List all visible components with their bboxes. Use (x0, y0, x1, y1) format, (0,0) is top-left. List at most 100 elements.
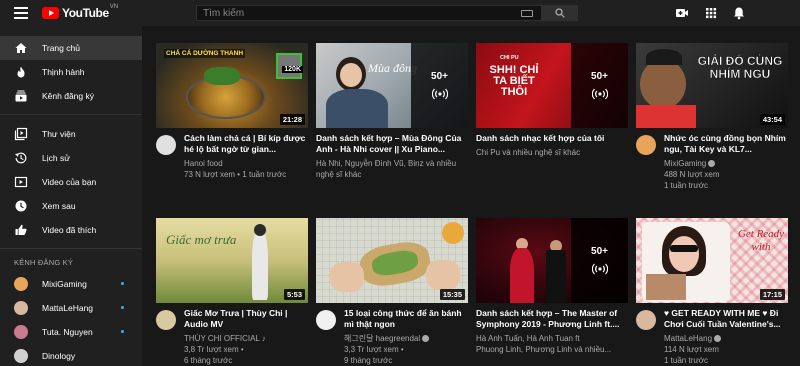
history-icon (15, 152, 27, 164)
sidebar-item-watch-later[interactable]: Xem sau (0, 194, 142, 218)
youtube-play-icon (42, 7, 59, 19)
masthead: YouTube VN (0, 0, 800, 26)
video-age: 1 tuần trước (664, 356, 708, 365)
channel-name[interactable]: Chi Pu và nhiều nghệ sĩ khác (476, 147, 628, 158)
video-thumbnail[interactable]: CHI PU SHH! CHỈ TA BIẾT THÔI 50+ (476, 43, 628, 128)
video-title[interactable]: Danh sách kết hợp – Mùa Đông Của Anh - H… (316, 133, 468, 155)
avatar (14, 349, 28, 363)
channel-name[interactable]: Hà Nhi, Nguyễn Đình Vũ, Binz và nhiều ng… (316, 158, 468, 180)
logo-country-code: VN (109, 4, 119, 10)
sidebar-subscription-dinology[interactable]: Dinology (0, 344, 142, 366)
apps-grid-icon[interactable] (704, 6, 718, 20)
avatar (14, 301, 28, 315)
channel-avatar[interactable] (316, 310, 336, 330)
mix-count: 50+ (591, 246, 608, 257)
video-thumbnail[interactable]: CHẢ CÁ DƯỜNG THANH 120K 21:28 (156, 43, 308, 128)
mix-playlist-overlay: 50+ (571, 43, 628, 128)
sidebar-subscription-tuta-nguyen[interactable]: Tuta. Nguyen (0, 320, 142, 344)
sidebar-item-history[interactable]: Lịch sử (0, 146, 142, 170)
channel-name[interactable]: Hanoi food (184, 158, 308, 169)
channel-avatar[interactable] (156, 310, 176, 330)
video-duration: 21:28 (279, 114, 305, 125)
search-icon (555, 8, 565, 18)
channel-name[interactable]: MixiGaming (664, 158, 788, 169)
thumbnail-caption: Mùa đông (368, 61, 417, 75)
subscription-label: MixiGaming (42, 279, 87, 289)
sidebar-item-trending[interactable]: Thịnh hành (0, 60, 142, 84)
video-title[interactable]: ♥ GET READY WITH ME ♥ Đi Chơi Cuối Tuần … (664, 308, 788, 330)
youtube-logo[interactable]: YouTube VN (42, 4, 119, 20)
verified-check-icon (422, 335, 430, 342)
video-card[interactable]: 15:35 15 loại công thức để ăn bánh mì th… (316, 218, 468, 365)
home-icon (15, 43, 27, 53)
library-icon (14, 127, 28, 141)
channel-name[interactable]: Hà Anh Tuấn, Hà Anh Tuan ft (476, 333, 628, 344)
video-age: 1 tuần trước (664, 181, 708, 190)
channel-name[interactable]: THÙY CHI OFFICIAL ♪ (184, 333, 308, 344)
sidebar: Trang chủ Thịnh hành Kênh đăng ký Thư vi… (0, 26, 142, 366)
video-card[interactable]: Giấc mơ trưa 5:53 Giấc Mơ Trưa | Thùy Ch… (156, 218, 308, 365)
sidebar-item-label: Kênh đăng ký (42, 91, 94, 101)
video-card[interactable]: 50+ Danh sách kết hợp – The Master of Sy… (476, 218, 628, 354)
channel-avatar[interactable] (636, 135, 656, 155)
search-button[interactable] (542, 5, 578, 21)
liked-icon (15, 224, 27, 235)
sidebar-divider (0, 114, 142, 115)
video-stats: 3,3 Tr lượt xem • (344, 345, 404, 354)
video-stats: 488 N lượt xem (664, 170, 720, 179)
video-duration: 43:54 (759, 114, 785, 125)
hamburger-menu-icon[interactable] (14, 7, 28, 19)
subscription-label: MattaLeHang (42, 303, 94, 313)
video-card[interactable]: CHI PU SHH! CHỈ TA BIẾT THÔI 50+ Danh sá… (476, 43, 628, 157)
video-duration: 15:35 (439, 289, 465, 300)
sidebar-subscription-mixigaming[interactable]: MixiGaming (0, 272, 142, 296)
video-title[interactable]: Cách làm chả cá | Bí kíp được hé lộ bất … (184, 133, 308, 155)
video-title[interactable]: Danh sách kết hợp – The Master of Sympho… (476, 308, 628, 330)
sidebar-item-library[interactable]: Thư viện (0, 122, 142, 146)
channel-avatar[interactable] (636, 310, 656, 330)
sidebar-divider (0, 248, 142, 249)
video-thumbnail[interactable]: Get Ready with 17:15 (636, 218, 788, 303)
channel-avatar[interactable] (156, 135, 176, 155)
channel-name[interactable]: 해그린달 haegreendal (344, 333, 468, 344)
sidebar-item-subscriptions[interactable]: Kênh đăng ký (0, 84, 142, 108)
sidebar-item-liked-videos[interactable]: Video đã thích (0, 218, 142, 242)
sidebar-item-your-videos[interactable]: Video của bạn (0, 170, 142, 194)
video-title[interactable]: Giấc Mơ Trưa | Thùy Chi | Audio MV (184, 308, 308, 330)
notifications-bell-icon[interactable] (732, 6, 746, 20)
sidebar-item-label: Video của bạn (42, 177, 97, 187)
video-card[interactable]: CHẢ CÁ DƯỜNG THANH 120K 21:28 Cách làm c… (156, 43, 308, 179)
video-thumbnail[interactable]: GIẢI ĐỐ CÙNG NHÍM NGU 43:54 (636, 43, 788, 128)
video-thumbnail[interactable]: 15:35 (316, 218, 468, 303)
video-title[interactable]: 15 loại công thức để ăn bánh mì thật ngo… (344, 308, 468, 330)
video-card[interactable]: Get Ready with 17:15 ♥ GET READY WITH ME… (636, 218, 788, 365)
sidebar-item-home[interactable]: Trang chủ (0, 36, 142, 60)
new-content-dot (121, 330, 124, 333)
search-box (196, 5, 542, 21)
thumbnail-caption: SHH! CHỈ TA BIẾT THÔI (489, 64, 539, 98)
thumbnail-small-caption: CHI PU (500, 55, 519, 61)
search-input[interactable] (203, 7, 503, 19)
verified-check-icon (714, 335, 722, 342)
video-thumbnail[interactable]: 50+ (476, 218, 628, 303)
sidebar-subscription-mattalehang[interactable]: MattaLeHang (0, 296, 142, 320)
video-title[interactable]: Nhức óc cùng đồng bọn Nhím ngu, Tài Key … (664, 133, 788, 155)
verified-check-icon (708, 160, 716, 167)
create-video-icon[interactable] (675, 6, 689, 20)
avatar (14, 325, 28, 339)
mix-count: 50+ (591, 71, 608, 82)
sidebar-item-label: Lịch sử (42, 153, 70, 163)
video-stats: 114 N lượt xem (664, 345, 719, 354)
thumbnail-caption: GIẢI ĐỐ CÙNG NHÍM NGU (697, 54, 783, 81)
sidebar-item-label: Trang chủ (42, 43, 80, 53)
video-thumbnail[interactable]: Giấc mơ trưa 5:53 (156, 218, 308, 303)
video-age: 6 tháng trước (184, 356, 233, 365)
channel-name[interactable]: MattaLeHang (664, 333, 788, 344)
mix-playlist-overlay: 50+ (411, 43, 468, 128)
your-videos-icon (14, 176, 28, 188)
video-card[interactable]: GIẢI ĐỐ CÙNG NHÍM NGU 43:54 Nhức óc cùng… (636, 43, 788, 190)
video-card[interactable]: Mùa đông 50+ Danh sách kết hợp – Mùa Đôn… (316, 43, 468, 179)
video-title[interactable]: Danh sách nhạc kết hợp của tôi (476, 133, 628, 144)
video-thumbnail[interactable]: Mùa đông 50+ (316, 43, 468, 128)
keyboard-icon[interactable] (521, 10, 533, 17)
